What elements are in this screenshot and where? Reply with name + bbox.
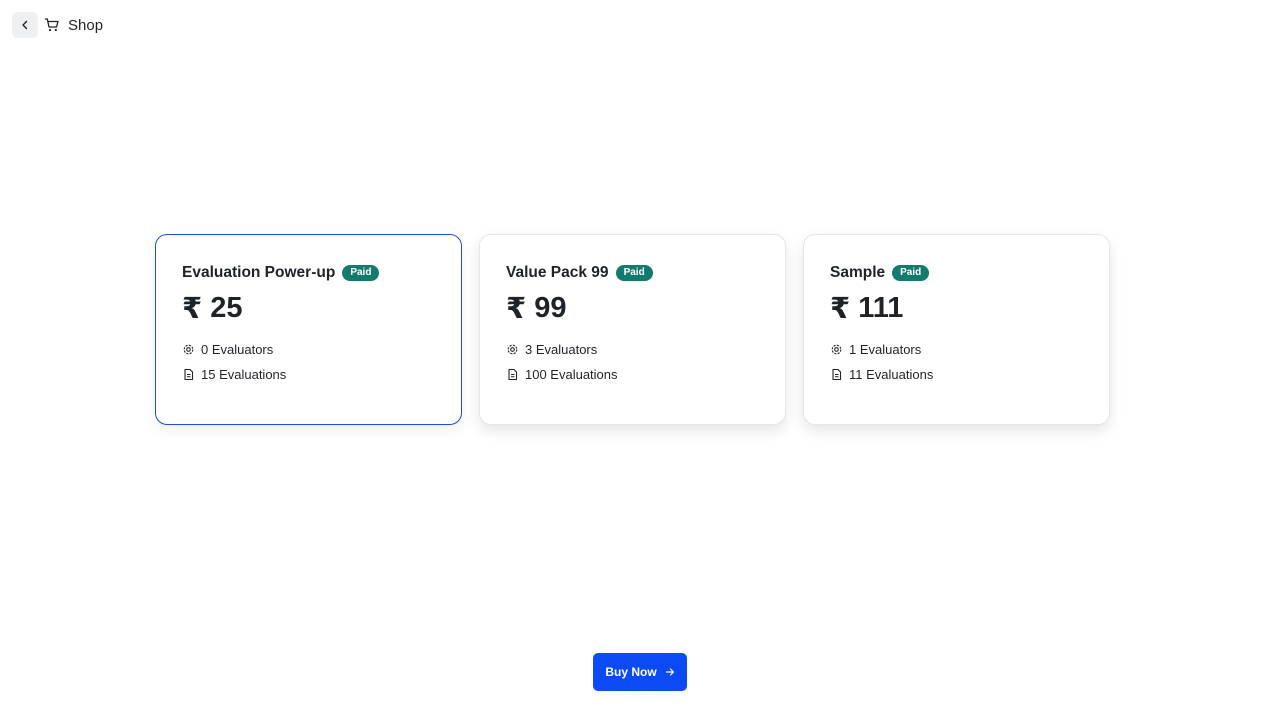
- currency-symbol: ₹: [830, 292, 851, 325]
- gear-icon: [506, 343, 519, 356]
- feature-evaluations: 100 Evaluations: [506, 366, 759, 383]
- feature-evaluations: 11 Evaluations: [830, 366, 1083, 383]
- plan-price: ₹ 99: [506, 290, 759, 326]
- currency-symbol: ₹: [506, 292, 527, 325]
- gear-icon: [830, 343, 843, 356]
- status-badge: Paid: [615, 265, 653, 281]
- feature-label: 11 Evaluations: [849, 367, 934, 382]
- buy-now-button[interactable]: Buy Now: [593, 653, 687, 691]
- plan-card-evaluation-power-up[interactable]: Evaluation Power-up Paid ₹ 25 0 Evaluato…: [155, 234, 462, 425]
- plan-name: Sample: [830, 264, 886, 281]
- feature-label: 100 Evaluations: [525, 367, 618, 382]
- status-badge: Paid: [892, 265, 930, 281]
- plan-list: Evaluation Power-up Paid ₹ 25 0 Evaluato…: [155, 234, 1110, 425]
- plan-price: ₹ 111: [830, 290, 1083, 326]
- feature-evaluators: 1 Evaluators: [830, 341, 1083, 358]
- feature-label: 0 Evaluators: [201, 342, 274, 357]
- shopping-cart-icon: [44, 17, 60, 33]
- plan-card-sample[interactable]: Sample Paid ₹ 111 1 Evaluators 11 Evalua…: [803, 234, 1110, 425]
- buy-now-label: Buy Now: [605, 665, 657, 679]
- price-value: 99: [534, 291, 567, 324]
- feature-evaluators: 0 Evaluators: [182, 341, 435, 358]
- back-button[interactable]: [12, 12, 38, 38]
- plan-name: Value Pack 99: [506, 264, 609, 281]
- feature-evaluators: 3 Evaluators: [506, 341, 759, 358]
- plan-name: Evaluation Power-up: [182, 264, 336, 281]
- chevron-left-icon: [22, 20, 28, 30]
- feature-label: 1 Evaluators: [849, 342, 922, 357]
- plan-price: ₹ 25: [182, 290, 435, 326]
- document-icon: [830, 368, 843, 381]
- plan-card-value-pack-99[interactable]: Value Pack 99 Paid ₹ 99 3 Evaluators 100…: [479, 234, 786, 425]
- feature-label: 15 Evaluations: [201, 367, 287, 382]
- arrow-right-icon: [665, 668, 674, 676]
- gear-icon: [182, 343, 195, 356]
- currency-symbol: ₹: [182, 292, 203, 325]
- status-badge: Paid: [342, 265, 380, 281]
- page-title: Shop: [68, 16, 104, 34]
- price-value: 111: [858, 291, 904, 324]
- feature-label: 3 Evaluators: [525, 342, 598, 357]
- header: Shop: [12, 12, 103, 38]
- feature-evaluations: 15 Evaluations: [182, 366, 435, 383]
- document-icon: [182, 368, 195, 381]
- document-icon: [506, 368, 519, 381]
- price-value: 25: [210, 291, 243, 324]
